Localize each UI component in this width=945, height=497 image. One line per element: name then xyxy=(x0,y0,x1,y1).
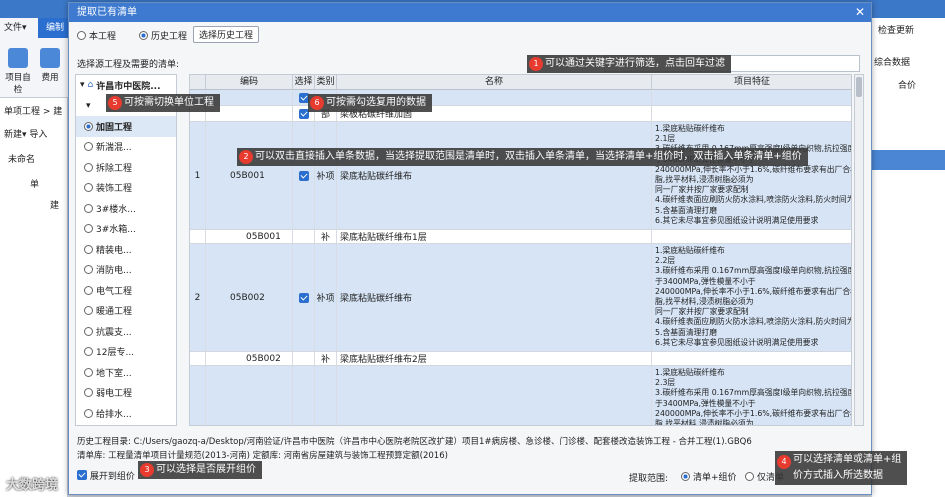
table-row[interactable] xyxy=(190,90,851,106)
tree-item[interactable]: 抗震支... xyxy=(76,321,176,342)
feature-text: 1.梁底粘贴碳纤维布 2.2层 3.碳纤维布采用 0.167mm厚高强度Ⅰ级单向… xyxy=(655,246,852,347)
feature-text xyxy=(652,106,851,110)
tab-edit[interactable]: 编制 xyxy=(38,18,72,38)
table-row[interactable]: 05B001 补梁底粘贴碳纤维布1层 xyxy=(190,230,851,244)
feature-text xyxy=(652,352,851,356)
list-grid: 编码 选择 类别 名称 项目特征 部梁板粘碳纤维加固 1 05B001 补项 梁底粘贴碳… xyxy=(189,74,852,426)
dialog-title: 提取已有清单 xyxy=(69,3,871,22)
tree-item[interactable]: 装饰工程 xyxy=(76,178,176,199)
tree-root[interactable]: ▾ ⌂ 许昌市中医院... xyxy=(76,75,176,96)
tree-item[interactable]: 给排水... xyxy=(76,403,176,424)
table-row[interactable]: 2 05B002 补项 梁底粘贴碳纤维布 1.梁底粘贴碳纤维布 2.2层 3.碳纤维布采… xyxy=(190,244,852,352)
col-feature[interactable]: 项目特征 xyxy=(652,75,851,90)
feature-text xyxy=(652,90,851,94)
project-tree-panel: 单项工程 > 建 新建▾ 导入 未命名 单 建 xyxy=(0,98,68,497)
check-icon[interactable] xyxy=(298,170,309,181)
table-row[interactable]: 105B001补项梁底粘贴碳纤维布1.梁底粘贴碳纤维布 2.1层 3.碳纤维布采… xyxy=(190,122,852,230)
check-icon[interactable] xyxy=(298,292,309,303)
grid-scrollbar[interactable] xyxy=(854,74,864,426)
callout-2: 2 可以双击直接插入单条数据，当选择提取范围是清单时，双击插入单条清单，当选择清单… xyxy=(237,148,808,166)
check-icon xyxy=(8,48,28,68)
table-row[interactable]: 1.梁底粘贴碳纤维布 2.3层 3.碳纤维布采用 0.167mm厚高强度Ⅰ级单向… xyxy=(190,366,851,426)
tree-item[interactable]: 电气工程 xyxy=(76,280,176,301)
feature-text: 1.梁底粘贴碳纤维布 2.3层 3.碳纤维布采用 0.167mm厚高强度Ⅰ级单向… xyxy=(655,368,851,426)
grid-header: 编码 选择 类别 名称 项目特征 xyxy=(190,75,851,90)
fee-button[interactable]: 费用 xyxy=(36,48,64,83)
unit-project-tree: ▾ ⌂ 许昌市中医院... ▾ 加固工程 新湍混... 拆除工程 装饰工程 3#楼水... 3… xyxy=(75,74,177,426)
tree-item[interactable]: 消防水... xyxy=(76,424,176,426)
chevron-down-icon: ▾ xyxy=(86,100,91,111)
callout-6: 6 可按需勾选复用的数据 xyxy=(308,94,432,112)
tree-item[interactable]: 拆除工程 xyxy=(76,157,176,178)
tree-item[interactable]: 地下室... xyxy=(76,362,176,383)
tree-item[interactable]: 3#楼水... xyxy=(76,198,176,219)
check-icon xyxy=(77,470,87,480)
expand-to-pricing-checkbox[interactable]: 展开到组价 xyxy=(77,469,135,482)
callout-3: 3 可以选择是否展开组价 xyxy=(138,461,262,479)
table-row[interactable]: 05B002 补梁底粘贴碳纤维布2层 xyxy=(190,352,851,366)
extract-list-dialog: 提取已有清单 ✕ 本工程 历史工程 选择历史工程 选择源工程及需要的清单: ▾ ⌂… xyxy=(68,2,872,495)
feature-text xyxy=(652,230,851,234)
table-row[interactable]: 部梁板粘碳纤维加固 xyxy=(190,106,851,122)
selected-row-band xyxy=(872,150,945,170)
watermark: 大数跨境 xyxy=(6,478,59,493)
radio-current-project[interactable]: 本工程 xyxy=(77,29,116,42)
tree-item[interactable]: 弱电工程 xyxy=(76,383,176,404)
callout-1: 1 可以通过关键字进行筛选，点击回车过滤 xyxy=(527,55,731,73)
self-check-button[interactable]: 项目自检 xyxy=(4,48,32,95)
source-label: 选择源工程及需要的清单: xyxy=(77,60,180,70)
col-type[interactable]: 类别 xyxy=(315,75,337,90)
col-select[interactable]: 选择 xyxy=(293,75,315,90)
file-menu[interactable]: 文件▾ xyxy=(4,20,27,33)
col-code[interactable]: 编码 xyxy=(206,75,293,90)
radio-history-project[interactable]: 历史工程 xyxy=(139,29,187,42)
check-icon[interactable] xyxy=(298,108,309,119)
right-pane: 检查更新 综合数据 合价 xyxy=(872,18,945,497)
total-price-header: 合价 xyxy=(898,81,917,91)
tree-item[interactable]: 3#水箱... xyxy=(76,219,176,240)
choose-history-button[interactable]: 选择历史工程 xyxy=(193,26,260,43)
tree-item[interactable]: 暖通工程 xyxy=(76,301,176,322)
comprehensive-data-button[interactable]: 综合数据 xyxy=(872,41,945,68)
close-icon[interactable]: ✕ xyxy=(855,3,865,22)
callout-5: 5 可按需切换单位工程 xyxy=(106,94,220,112)
tree-item[interactable]: 消防电... xyxy=(76,260,176,281)
callout-4: 4 可以选择清单或清单+组 价方式插入所选数据 xyxy=(775,451,908,485)
history-path: 历史工程目录: C:/Users/gaozq-a/Desktop/河南验证/许昌… xyxy=(77,437,752,447)
tree-item[interactable]: 加固工程 xyxy=(76,116,176,137)
library-info: 清单库: 工程量清单项目计量规范(2013-河南) 定额库: 河南省房屋建筑与装… xyxy=(77,451,448,461)
scope-label: 提取范围: xyxy=(629,474,669,484)
col-name[interactable]: 名称 xyxy=(337,75,652,90)
check-icon[interactable] xyxy=(298,92,309,103)
check-update-button[interactable]: 检查更新 xyxy=(872,18,945,41)
tree-item[interactable]: 精装电... xyxy=(76,239,176,260)
home-icon: ⌂ xyxy=(87,80,94,91)
fee-icon xyxy=(40,48,60,68)
scope-list-pricing[interactable]: 清单+组价 xyxy=(681,470,737,483)
chevron-down-icon: ▾ xyxy=(80,80,85,91)
tree-item[interactable]: 新湍混... xyxy=(76,137,176,158)
feature-text: 1.梁底粘贴碳纤维布 2.1层 3.碳纤维布采用 0.167mm厚高强度Ⅰ级单向… xyxy=(655,124,852,225)
tree-item[interactable]: 12层专... xyxy=(76,342,176,363)
